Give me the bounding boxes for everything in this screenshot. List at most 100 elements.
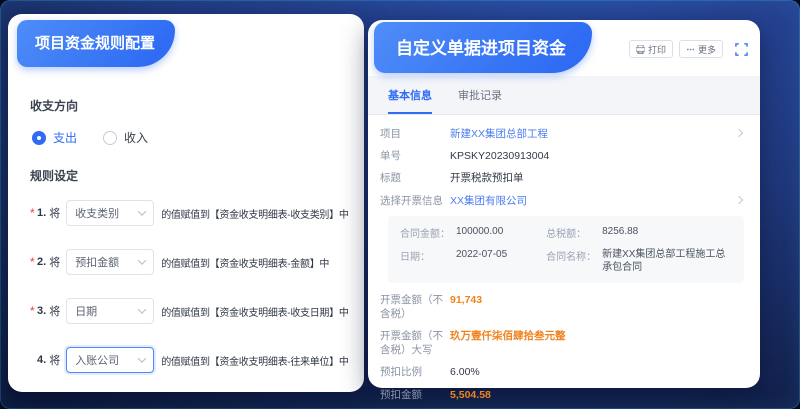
tab-basic-info[interactable]: 基本信息 xyxy=(388,87,432,114)
radio-unselected-icon xyxy=(103,131,117,145)
left-panel-title-ribbon: 项目资金规则配置 xyxy=(17,20,175,67)
field-value: 开票税款预扣单 xyxy=(450,171,730,185)
custom-document-panel: 自定义单据进项目资金 打印 更多 基本信息 审批记录 xyxy=(368,20,760,388)
right-panel-header: 自定义单据进项目资金 打印 更多 xyxy=(368,20,760,68)
select-value: 入账公司 xyxy=(75,352,119,368)
field-row-doc-number: 单号 KPSKY20230913004 xyxy=(380,149,744,163)
tab-approval-record[interactable]: 审批记录 xyxy=(458,87,502,114)
more-dots-icon xyxy=(686,45,695,54)
printer-icon xyxy=(636,45,645,54)
fund-rule-config-panel: 项目资金规则配置 收支方向 支出 收入 规则设定 * 1. 将 收支类 xyxy=(8,14,364,392)
field-label: 项目 xyxy=(380,127,450,141)
direction-label: 收支方向 xyxy=(30,97,354,114)
rule-field-select-2[interactable]: 预扣金额 xyxy=(66,249,154,275)
contract-amount-value: 100000.00 xyxy=(456,225,503,238)
rule-assign-word: 将 xyxy=(49,303,60,319)
field-label: 选择开票信息 xyxy=(380,194,450,208)
left-panel-title: 项目资金规则配置 xyxy=(35,35,155,52)
contract-summary-panel: 合同金额： 100000.00 总税额： 8256.88 日期： 2022-07… xyxy=(388,216,744,283)
chevron-right-icon[interactable] xyxy=(735,129,743,137)
contract-amount-label: 合同金额： xyxy=(400,225,456,240)
chevron-down-icon xyxy=(138,354,146,362)
select-value: 收支类别 xyxy=(75,205,119,221)
required-asterisk: * xyxy=(30,255,37,269)
rule-number: 3. xyxy=(37,305,46,317)
rule-field-select-1[interactable]: 收支类别 xyxy=(66,200,154,226)
rule-assign-word: 将 xyxy=(49,254,60,270)
withhold-ratio-value: 6.00% xyxy=(450,365,730,379)
invoice-amount-value: 91,743 xyxy=(450,293,730,307)
rule-row-4: 4. 将 入账公司 的值赋值到【资金收支明细表-往来单位】中 xyxy=(30,347,354,373)
chevron-down-icon xyxy=(138,207,146,215)
field-row-withhold-ratio: 预扣比例 6.00% xyxy=(380,365,744,379)
contract-tax-item: 总税额： 8256.88 xyxy=(546,225,732,240)
contract-amount-item: 合同金额： 100000.00 xyxy=(400,225,546,240)
contract-date-item: 日期： 2022-07-05 xyxy=(400,248,546,274)
field-label: 开票金额（不含税）大写 xyxy=(380,329,450,357)
contract-tax-value: 8256.88 xyxy=(602,225,638,238)
radio-income-label: 收入 xyxy=(124,129,148,146)
radio-expenditure-label: 支出 xyxy=(53,129,77,146)
direction-radio-group: 支出 收入 xyxy=(32,129,354,146)
invoice-company-link[interactable]: XX集团有限公司 xyxy=(450,194,730,208)
contract-tax-label: 总税额： xyxy=(546,225,602,240)
fullscreen-icon[interactable] xyxy=(735,43,748,56)
field-label: 预扣金额 xyxy=(380,388,450,402)
field-row-invoice-amount: 开票金额（不含税） 91,743 xyxy=(380,293,744,321)
contract-name-value: 新建XX集团总部工程施工总承包合同 xyxy=(602,248,732,274)
print-button-label: 打印 xyxy=(648,43,666,56)
field-value: KPSKY20230913004 xyxy=(450,149,730,163)
contract-name-label: 合同名称： xyxy=(546,248,602,263)
radio-selected-icon xyxy=(32,131,46,145)
right-panel-title: 自定义单据进项目资金 xyxy=(396,39,566,58)
header-toolbar: 打印 更多 xyxy=(629,40,748,58)
withhold-amount-value: 5,504.58 xyxy=(450,388,730,402)
document-form: 项目 新建XX集团总部工程 单号 KPSKY20230913004 标题 开票税… xyxy=(368,115,760,409)
field-row-invoice-amount-caps: 开票金额（不含税）大写 玖万壹仟柒佰肆拾叁元整 xyxy=(380,329,744,357)
field-row-withhold-amount: 预扣金额 5,504.58 xyxy=(380,388,744,402)
invoice-amount-caps-value: 玖万壹仟柒佰肆拾叁元整 xyxy=(450,329,730,343)
radio-expenditure[interactable]: 支出 xyxy=(32,129,77,146)
chevron-down-icon xyxy=(138,256,146,264)
rule-assign-word: 将 xyxy=(49,205,60,221)
rule-row-3: * 3. 将 日期 的值赋值到【资金收支明细表-收支日期】中 xyxy=(30,298,354,324)
rule-field-select-4[interactable]: 入账公司 xyxy=(66,347,154,373)
radio-income[interactable]: 收入 xyxy=(103,129,148,146)
field-row-title: 标题 开票税款预扣单 xyxy=(380,171,744,185)
rule-number: 2. xyxy=(37,256,46,268)
chevron-down-icon xyxy=(138,305,146,313)
print-button[interactable]: 打印 xyxy=(629,40,673,58)
field-row-project: 项目 新建XX集团总部工程 xyxy=(380,127,744,141)
field-label: 预扣比例 xyxy=(380,365,450,379)
chevron-right-icon[interactable] xyxy=(735,195,743,203)
app-background: 项目资金规则配置 收支方向 支出 收入 规则设定 * 1. 将 收支类 xyxy=(0,0,800,409)
right-panel-title-ribbon: 自定义单据进项目资金 xyxy=(374,22,592,73)
rules-section-label: 规则设定 xyxy=(30,167,354,184)
rule-number: 4. xyxy=(37,354,46,366)
field-label: 标题 xyxy=(380,171,450,185)
rule-target-text: 的值赋值到【资金收支明细表-往来单位】中 xyxy=(161,353,348,368)
required-asterisk: * xyxy=(30,206,37,220)
rule-row-2: * 2. 将 预扣金额 的值赋值到【资金收支明细表-金额】中 xyxy=(30,249,354,275)
rule-row-1: * 1. 将 收支类别 的值赋值到【资金收支明细表-收支类别】中 xyxy=(30,200,354,226)
rule-config-content: 收支方向 支出 收入 规则设定 * 1. 将 收支类别 xyxy=(8,67,364,373)
required-asterisk: * xyxy=(30,304,37,318)
project-link[interactable]: 新建XX集团总部工程 xyxy=(450,127,730,141)
select-value: 预扣金额 xyxy=(75,254,119,270)
rule-field-select-3[interactable]: 日期 xyxy=(66,298,154,324)
more-button-label: 更多 xyxy=(698,43,716,56)
tab-bar: 基本信息 审批记录 xyxy=(368,76,760,115)
rule-number: 1. xyxy=(37,207,46,219)
rule-target-text: 的值赋值到【资金收支明细表-收支日期】中 xyxy=(161,304,348,319)
contract-date-label: 日期： xyxy=(400,248,456,263)
rule-assign-word: 将 xyxy=(49,352,60,368)
contract-date-value: 2022-07-05 xyxy=(456,248,507,261)
select-value: 日期 xyxy=(75,303,97,319)
rule-target-text: 的值赋值到【资金收支明细表-金额】中 xyxy=(161,255,329,270)
field-label: 单号 xyxy=(380,149,450,163)
field-label: 开票金额（不含税） xyxy=(380,293,450,321)
field-row-invoice-info: 选择开票信息 XX集团有限公司 xyxy=(380,194,744,208)
rule-target-text: 的值赋值到【资金收支明细表-收支类别】中 xyxy=(161,206,348,221)
contract-name-item: 合同名称： 新建XX集团总部工程施工总承包合同 xyxy=(546,248,732,274)
more-button[interactable]: 更多 xyxy=(679,40,723,58)
